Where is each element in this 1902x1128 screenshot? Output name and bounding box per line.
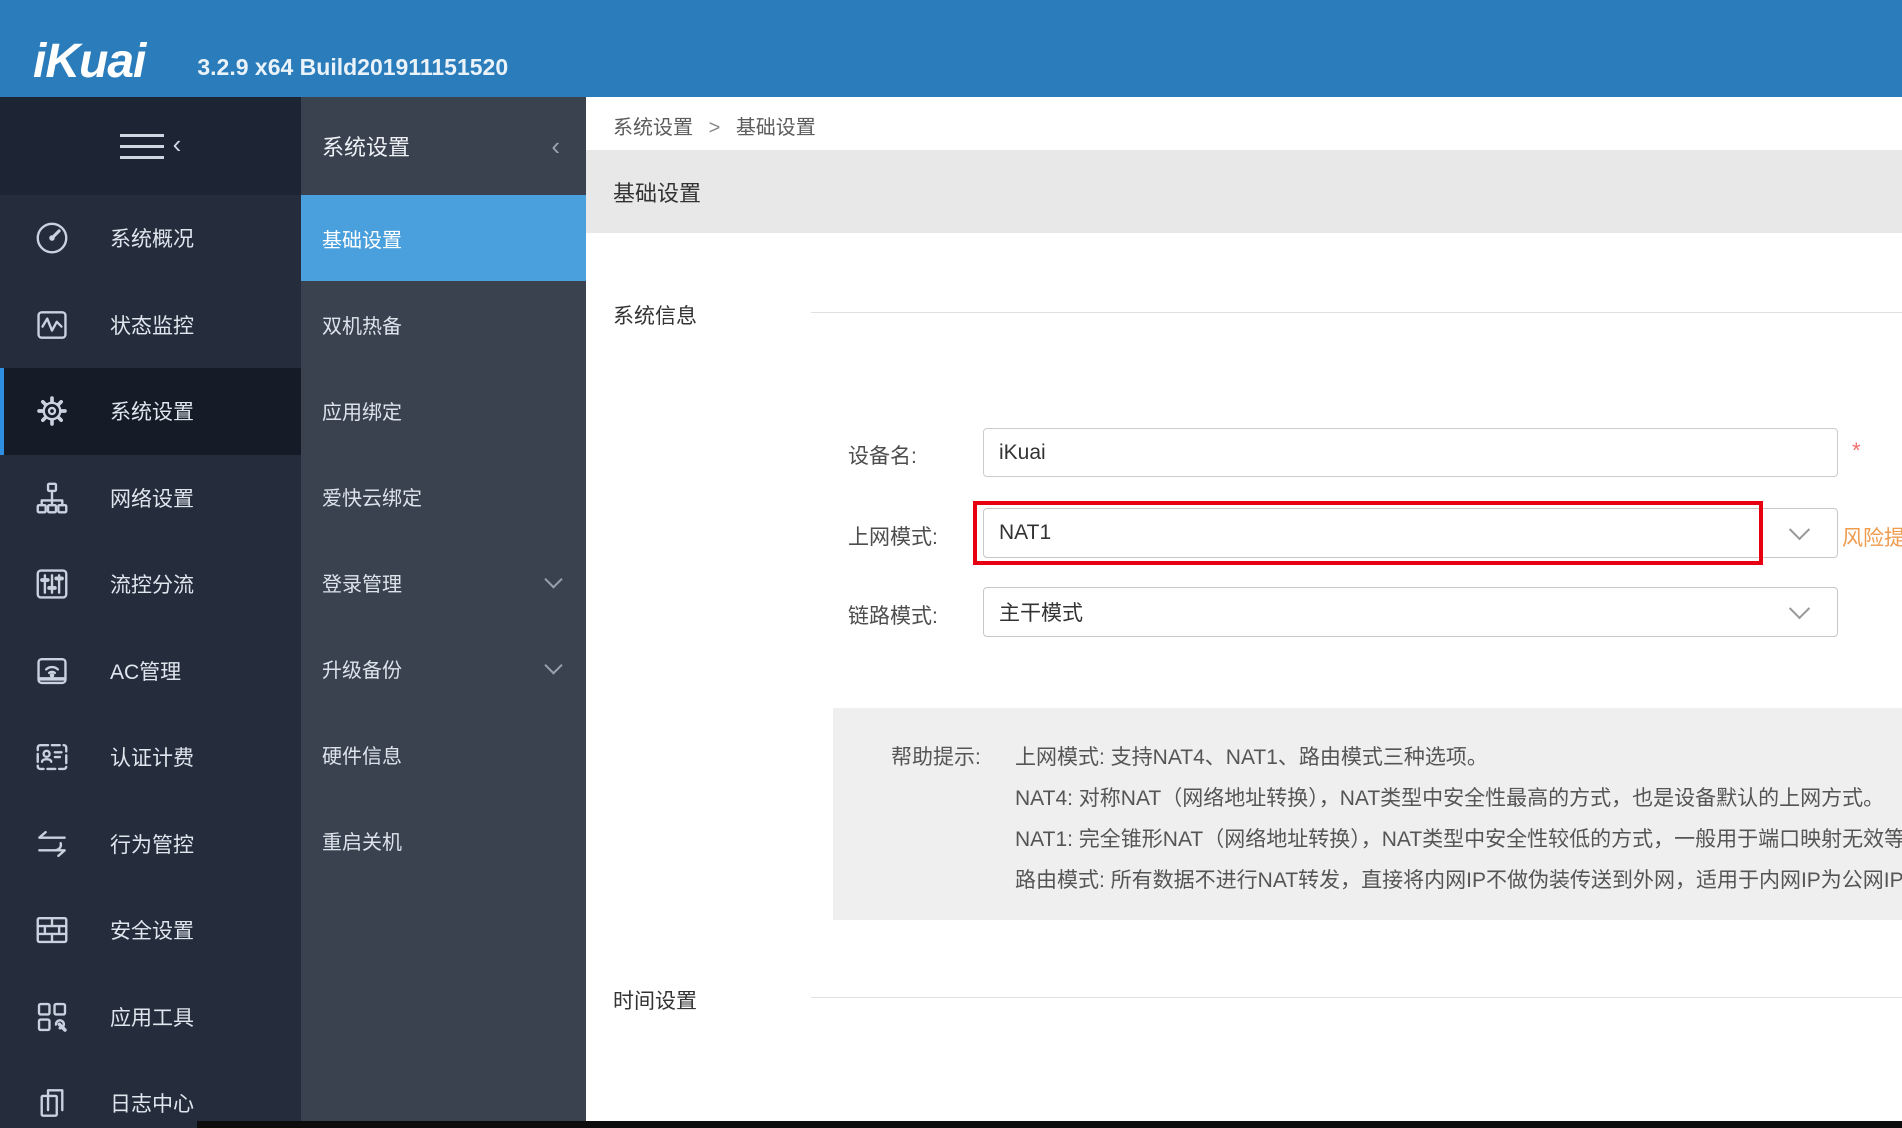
submenu-item-restart-shutdown[interactable]: 重启关机: [301, 797, 586, 883]
wan-mode-value: NAT1: [999, 521, 1051, 545]
chevron-left-icon[interactable]: ‹: [551, 131, 560, 162]
chevron-down-icon: [1789, 519, 1810, 540]
submenu-item-app-binding[interactable]: 应用绑定: [301, 367, 586, 453]
submenu-item-upgrade-backup[interactable]: 升级备份: [301, 625, 586, 711]
submenu-title: 系统设置: [322, 130, 410, 162]
sidebar-item-label: 应用工具: [110, 1002, 194, 1032]
sidebar-item-status-monitor[interactable]: 状态监控: [0, 282, 301, 369]
help-line: 上网模式: 支持NAT4、NAT1、路由模式三种选项。: [1015, 737, 1902, 778]
status-monitor-icon: [33, 306, 71, 344]
help-line: 路由模式: 所有数据不进行NAT转发，直接将内网IP不做伪装传送到外网，适用于内…: [1015, 860, 1902, 901]
breadcrumb-parent[interactable]: 系统设置: [613, 117, 693, 139]
sidebar-item-label: 日志中心: [110, 1088, 194, 1118]
log-files-icon: [33, 1084, 71, 1122]
submenu-item-basic-settings[interactable]: 基础设置: [301, 195, 586, 281]
wifi-ac-icon: [33, 652, 71, 690]
submenu-item-label: 基础设置: [322, 224, 402, 253]
chevron-down-icon: [544, 570, 562, 588]
section-title-system-info: 系统信息: [613, 300, 697, 330]
sidebar-item-label: 网络设置: [110, 483, 194, 513]
chevron-down-icon: [1789, 598, 1810, 619]
gear-icon: [33, 392, 71, 430]
risk-warning-label: 风险提示: [1842, 522, 1902, 552]
sidebar-item-label: 系统概况: [110, 223, 194, 253]
required-asterisk: *: [1852, 438, 1861, 464]
submenu-item-ikuai-cloud-binding[interactable]: 爱快云绑定: [301, 453, 586, 539]
firmware-version: 3.2.9 x64 Build201911151520: [197, 56, 508, 81]
hamburger-icon: ‹: [120, 133, 182, 159]
id-card-icon: [33, 738, 71, 776]
section-title-time-settings: 时间设置: [613, 985, 697, 1015]
link-mode-select[interactable]: 主干模式: [983, 587, 1838, 637]
ikuai-logo: iKuai: [33, 43, 145, 81]
swap-arrows-icon: [33, 825, 71, 863]
section-divider: [811, 312, 1902, 313]
help-line: NAT4: 对称NAT（网络地址转换），NAT类型中安全性最高的方式，也是设备默…: [1015, 778, 1902, 819]
sidebar-item-system-overview[interactable]: 系统概况: [0, 195, 301, 282]
sidebar-item-label: 系统设置: [110, 396, 194, 426]
submenu-item-hardware-info[interactable]: 硬件信息: [301, 711, 586, 797]
sidebar-item-label: 流控分流: [110, 569, 194, 599]
chevron-down-icon: [544, 656, 562, 674]
sidebar-item-auth-billing[interactable]: 认证计费: [0, 714, 301, 801]
breadcrumb: 系统设置 > 基础设置: [613, 111, 816, 140]
primary-sidebar: ‹ 系统概况 状态监控 系统设置 网络设置: [0, 97, 301, 1128]
sidebar-item-flow-control[interactable]: 流控分流: [0, 541, 301, 628]
dashboard-gauge-icon: [33, 219, 71, 257]
wan-mode-select[interactable]: NAT1: [983, 508, 1838, 558]
sidebar-item-app-tools[interactable]: 应用工具: [0, 974, 301, 1061]
submenu-item-label: 应用绑定: [322, 396, 402, 425]
firewall-icon: [33, 911, 71, 949]
submenu-item-label: 硬件信息: [322, 740, 402, 769]
help-line: NAT1: 完全锥形NAT（网络地址转换），NAT类型中安全性较低的方式，一般用…: [1015, 819, 1902, 860]
sidebar-item-network-settings[interactable]: 网络设置: [0, 455, 301, 542]
breadcrumb-separator: >: [709, 117, 721, 139]
link-mode-label: 链路模式:: [848, 600, 938, 630]
help-tip-label: 帮助提示:: [891, 737, 1015, 920]
submenu-header: 系统设置 ‹: [301, 97, 586, 195]
wan-mode-label: 上网模式:: [848, 521, 938, 551]
help-tip-lines: 上网模式: 支持NAT4、NAT1、路由模式三种选项。 NAT4: 对称NAT（…: [1015, 737, 1902, 920]
sidebar-item-label: 安全设置: [110, 915, 194, 945]
submenu-item-label: 重启关机: [322, 826, 402, 855]
sidebar-item-log-center[interactable]: 日志中心: [0, 1060, 301, 1128]
submenu-item-label: 升级备份: [322, 654, 402, 683]
help-tip-block: 帮助提示: 上网模式: 支持NAT4、NAT1、路由模式三种选项。 NAT4: …: [833, 708, 1902, 920]
sidebar-item-behavior-control[interactable]: 行为管控: [0, 801, 301, 888]
page-title: 基础设置: [613, 176, 701, 208]
app-tools-icon: [33, 998, 71, 1036]
device-name-input[interactable]: [983, 428, 1838, 477]
link-mode-value: 主干模式: [999, 597, 1083, 627]
network-topology-icon: [33, 479, 71, 517]
sidebar-item-ac-management[interactable]: AC管理: [0, 628, 301, 715]
sidebar-item-label: 认证计费: [110, 742, 194, 772]
submenu-panel: 系统设置 ‹ 基础设置 双机热备 应用绑定 爱快云绑定 登录管理 升级备份 硬件…: [301, 97, 586, 1128]
page-title-band: 基础设置: [586, 150, 1902, 233]
bottom-edge-strip: [197, 1121, 1902, 1128]
submenu-item-login-management[interactable]: 登录管理: [301, 539, 586, 625]
submenu-item-label: 爱快云绑定: [322, 482, 422, 511]
top-bar: iKuai 3.2.9 x64 Build201911151520: [0, 0, 1902, 97]
submenu-item-hot-standby[interactable]: 双机热备: [301, 281, 586, 367]
sidebar-item-label: 状态监控: [110, 310, 194, 340]
sidebar-item-security-settings[interactable]: 安全设置: [0, 887, 301, 974]
sidebar-item-label: AC管理: [110, 656, 181, 686]
device-name-label: 设备名:: [848, 440, 917, 470]
section-divider: [811, 997, 1902, 998]
submenu-item-label: 双机热备: [322, 310, 402, 339]
ikuai-admin-window: iKuai 3.2.9 x64 Build201911151520 ‹ 系统概况…: [0, 0, 1902, 1128]
sidebar-collapse-toggle[interactable]: ‹: [0, 97, 301, 195]
submenu-item-label: 登录管理: [322, 568, 402, 597]
sidebar-item-label: 行为管控: [110, 829, 194, 859]
sidebar-item-system-settings[interactable]: 系统设置: [0, 368, 301, 455]
flow-sliders-icon: [33, 565, 71, 603]
main-content: 系统设置 > 基础设置 基础设置 系统信息 设备名: * 上网模式: NAT1 …: [586, 97, 1902, 1128]
breadcrumb-current[interactable]: 基础设置: [736, 117, 816, 139]
